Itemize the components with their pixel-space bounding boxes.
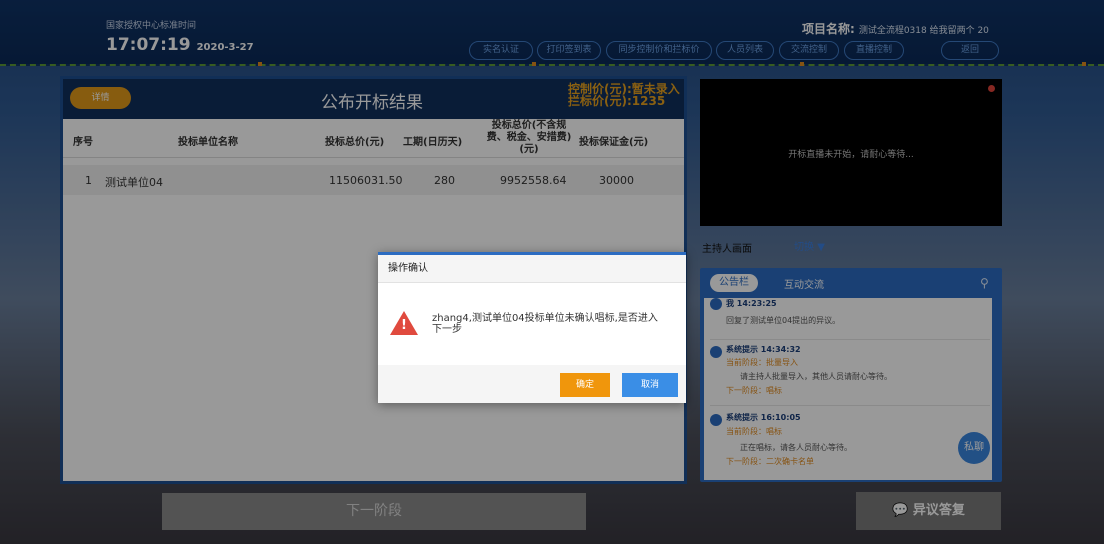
dialog-footer: 确定 取消	[378, 365, 686, 403]
dialog-message: zhang4,测试单位04投标单位未确认唱标,是否进入下一步	[432, 313, 658, 335]
confirm-button[interactable]: 确定	[560, 373, 610, 397]
warning-icon-mark: !	[401, 318, 407, 333]
dialog-title: 操作确认	[378, 255, 686, 283]
confirm-dialog: 操作确认 ! zhang4,测试单位04投标单位未确认唱标,是否进入下一步 确定…	[378, 252, 686, 403]
cancel-button[interactable]: 取消	[622, 373, 678, 397]
